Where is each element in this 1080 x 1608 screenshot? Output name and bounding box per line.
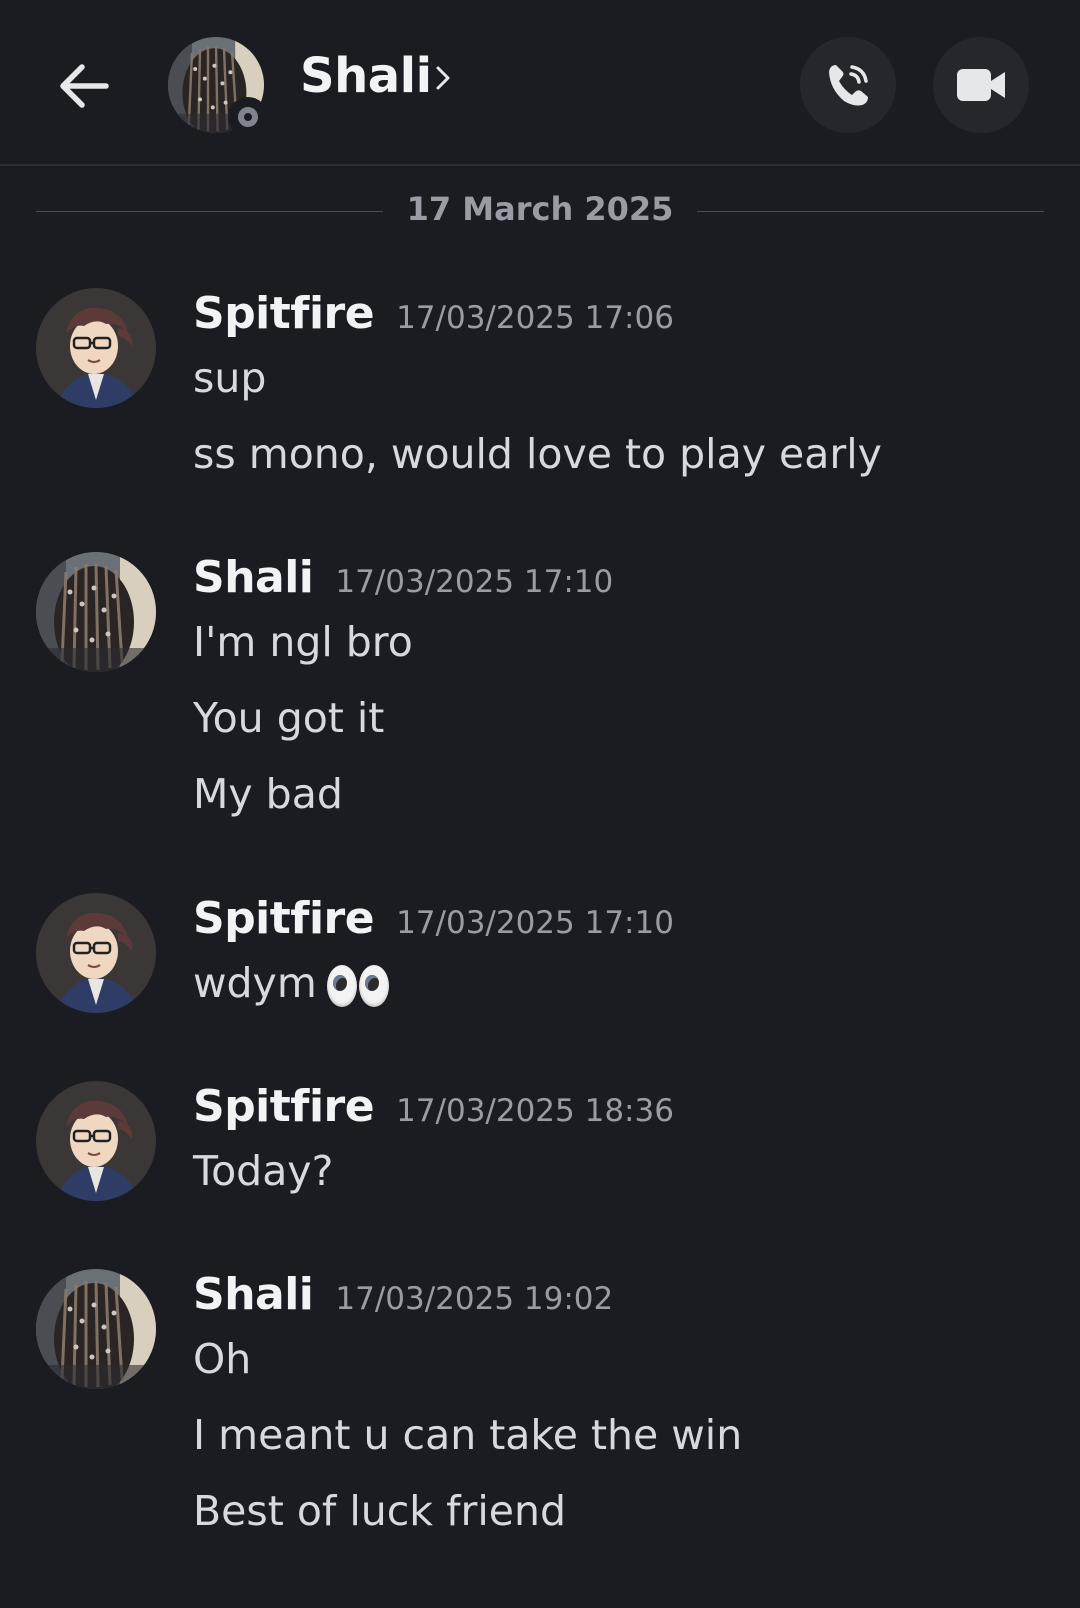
chevron-right-icon[interactable]: [432, 60, 456, 96]
author-name[interactable]: Spitfire: [193, 893, 375, 944]
message-text[interactable]: sup: [193, 354, 882, 430]
avatar[interactable]: [36, 288, 156, 408]
video-call-button[interactable]: [933, 37, 1029, 133]
message-text-content: wdym: [193, 959, 317, 1007]
message-text[interactable]: You got it: [193, 694, 413, 770]
message-text[interactable]: I meant u can take the win: [193, 1411, 742, 1487]
author-name[interactable]: Spitfire: [193, 288, 375, 339]
date-separator: 17 March 2025: [36, 190, 1044, 234]
back-button[interactable]: [48, 50, 120, 122]
timestamp: 17/03/2025 17:10: [335, 564, 614, 600]
avatar[interactable]: [36, 893, 156, 1013]
timestamp: 17/03/2025 17:06: [396, 300, 674, 336]
date-label: 17 March 2025: [382, 190, 698, 228]
author-name[interactable]: Shali: [193, 1269, 314, 1320]
voice-call-button[interactable]: [800, 37, 896, 133]
timestamp: 17/03/2025 18:36: [396, 1093, 674, 1129]
avatar[interactable]: [36, 552, 156, 672]
message-text[interactable]: I'm ngl bro: [193, 618, 413, 694]
message-text[interactable]: Today?: [193, 1147, 333, 1223]
message-text[interactable]: Best of luck friend: [193, 1487, 742, 1563]
timestamp: 17/03/2025 17:10: [396, 905, 674, 941]
message-text[interactable]: wdym: [193, 959, 389, 1035]
chat-header: Shali: [0, 0, 1080, 166]
timestamp: 17/03/2025 19:02: [335, 1281, 614, 1317]
author-name[interactable]: Spitfire: [193, 1081, 375, 1132]
status-offline-indicator: [228, 97, 268, 137]
avatar[interactable]: [36, 1081, 156, 1201]
message-text[interactable]: ss mono, would love to play early: [193, 430, 882, 506]
avatar[interactable]: [36, 1269, 156, 1389]
message-text[interactable]: My bad: [193, 770, 413, 846]
message-text[interactable]: Oh: [193, 1335, 742, 1411]
eyes-emoji-icon: [326, 965, 389, 1007]
arrow-left-icon: [60, 64, 109, 108]
video-camera-icon: [957, 69, 1005, 101]
author-name[interactable]: Shali: [193, 552, 314, 603]
phone-call-icon: [829, 65, 868, 106]
contact-name[interactable]: Shali: [300, 48, 432, 104]
